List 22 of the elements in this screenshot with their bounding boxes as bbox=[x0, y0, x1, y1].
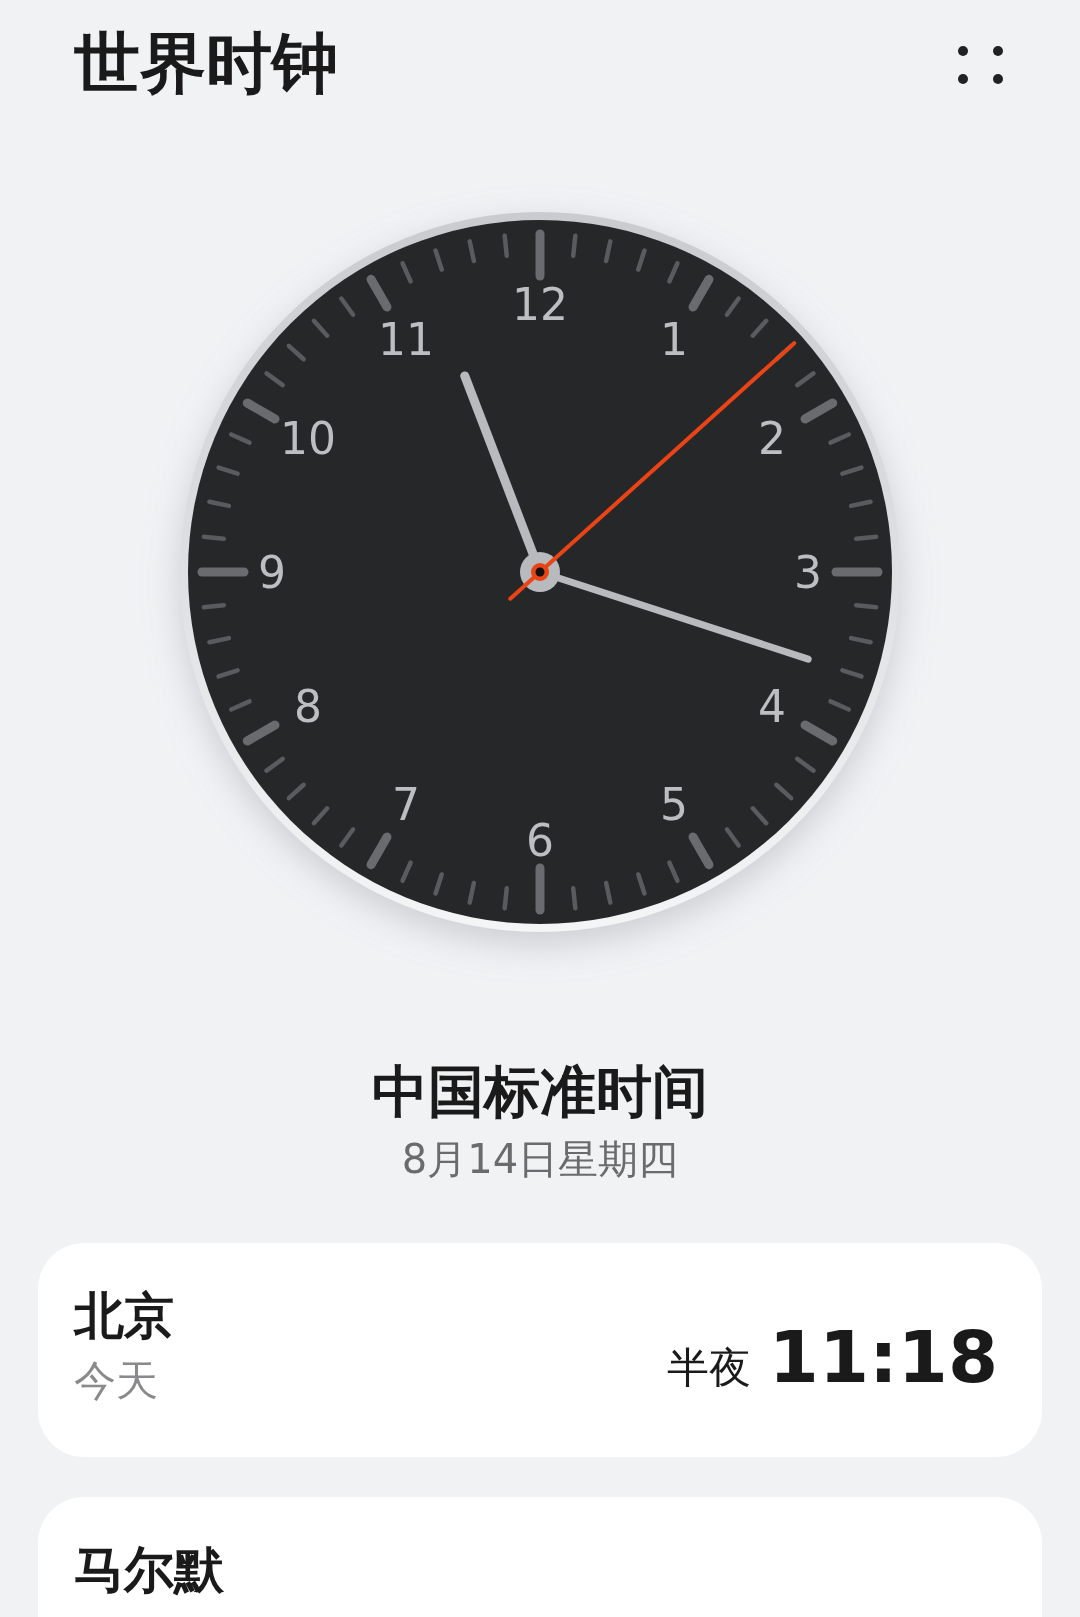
date-text: 8月14日星期四 bbox=[400, 1135, 680, 1184]
clock-numeral: 5 bbox=[660, 778, 688, 830]
clock-numeral: 3 bbox=[794, 546, 822, 598]
clock-numeral: 6 bbox=[526, 814, 554, 866]
clock-numeral: 4 bbox=[758, 680, 787, 732]
time-zone-name: 中国标准时间 bbox=[371, 1058, 709, 1126]
city-time: 11:18 bbox=[768, 1315, 998, 1400]
clock-numeral: 8 bbox=[293, 680, 322, 732]
city-name: 北京 bbox=[74, 1289, 174, 1345]
clock-numeral: 11 bbox=[378, 314, 434, 366]
page-title: 世界时钟 bbox=[74, 31, 338, 97]
city-card[interactable]: 北京 今天 半夜 11:18 bbox=[38, 1243, 1042, 1458]
clock-numeral: 2 bbox=[758, 412, 787, 464]
clock-numeral: 9 bbox=[258, 546, 286, 598]
city-card[interactable]: 马尔默 bbox=[38, 1497, 1042, 1617]
city-name: 马尔默 bbox=[74, 1543, 224, 1599]
period-label: 半夜 bbox=[666, 1342, 751, 1395]
clock-numeral: 1 bbox=[660, 314, 688, 366]
clock-numeral: 12 bbox=[512, 278, 568, 330]
clock-numeral: 10 bbox=[279, 412, 336, 464]
clock-numeral: 7 bbox=[392, 778, 420, 830]
day-label: 今天 bbox=[74, 1358, 159, 1405]
